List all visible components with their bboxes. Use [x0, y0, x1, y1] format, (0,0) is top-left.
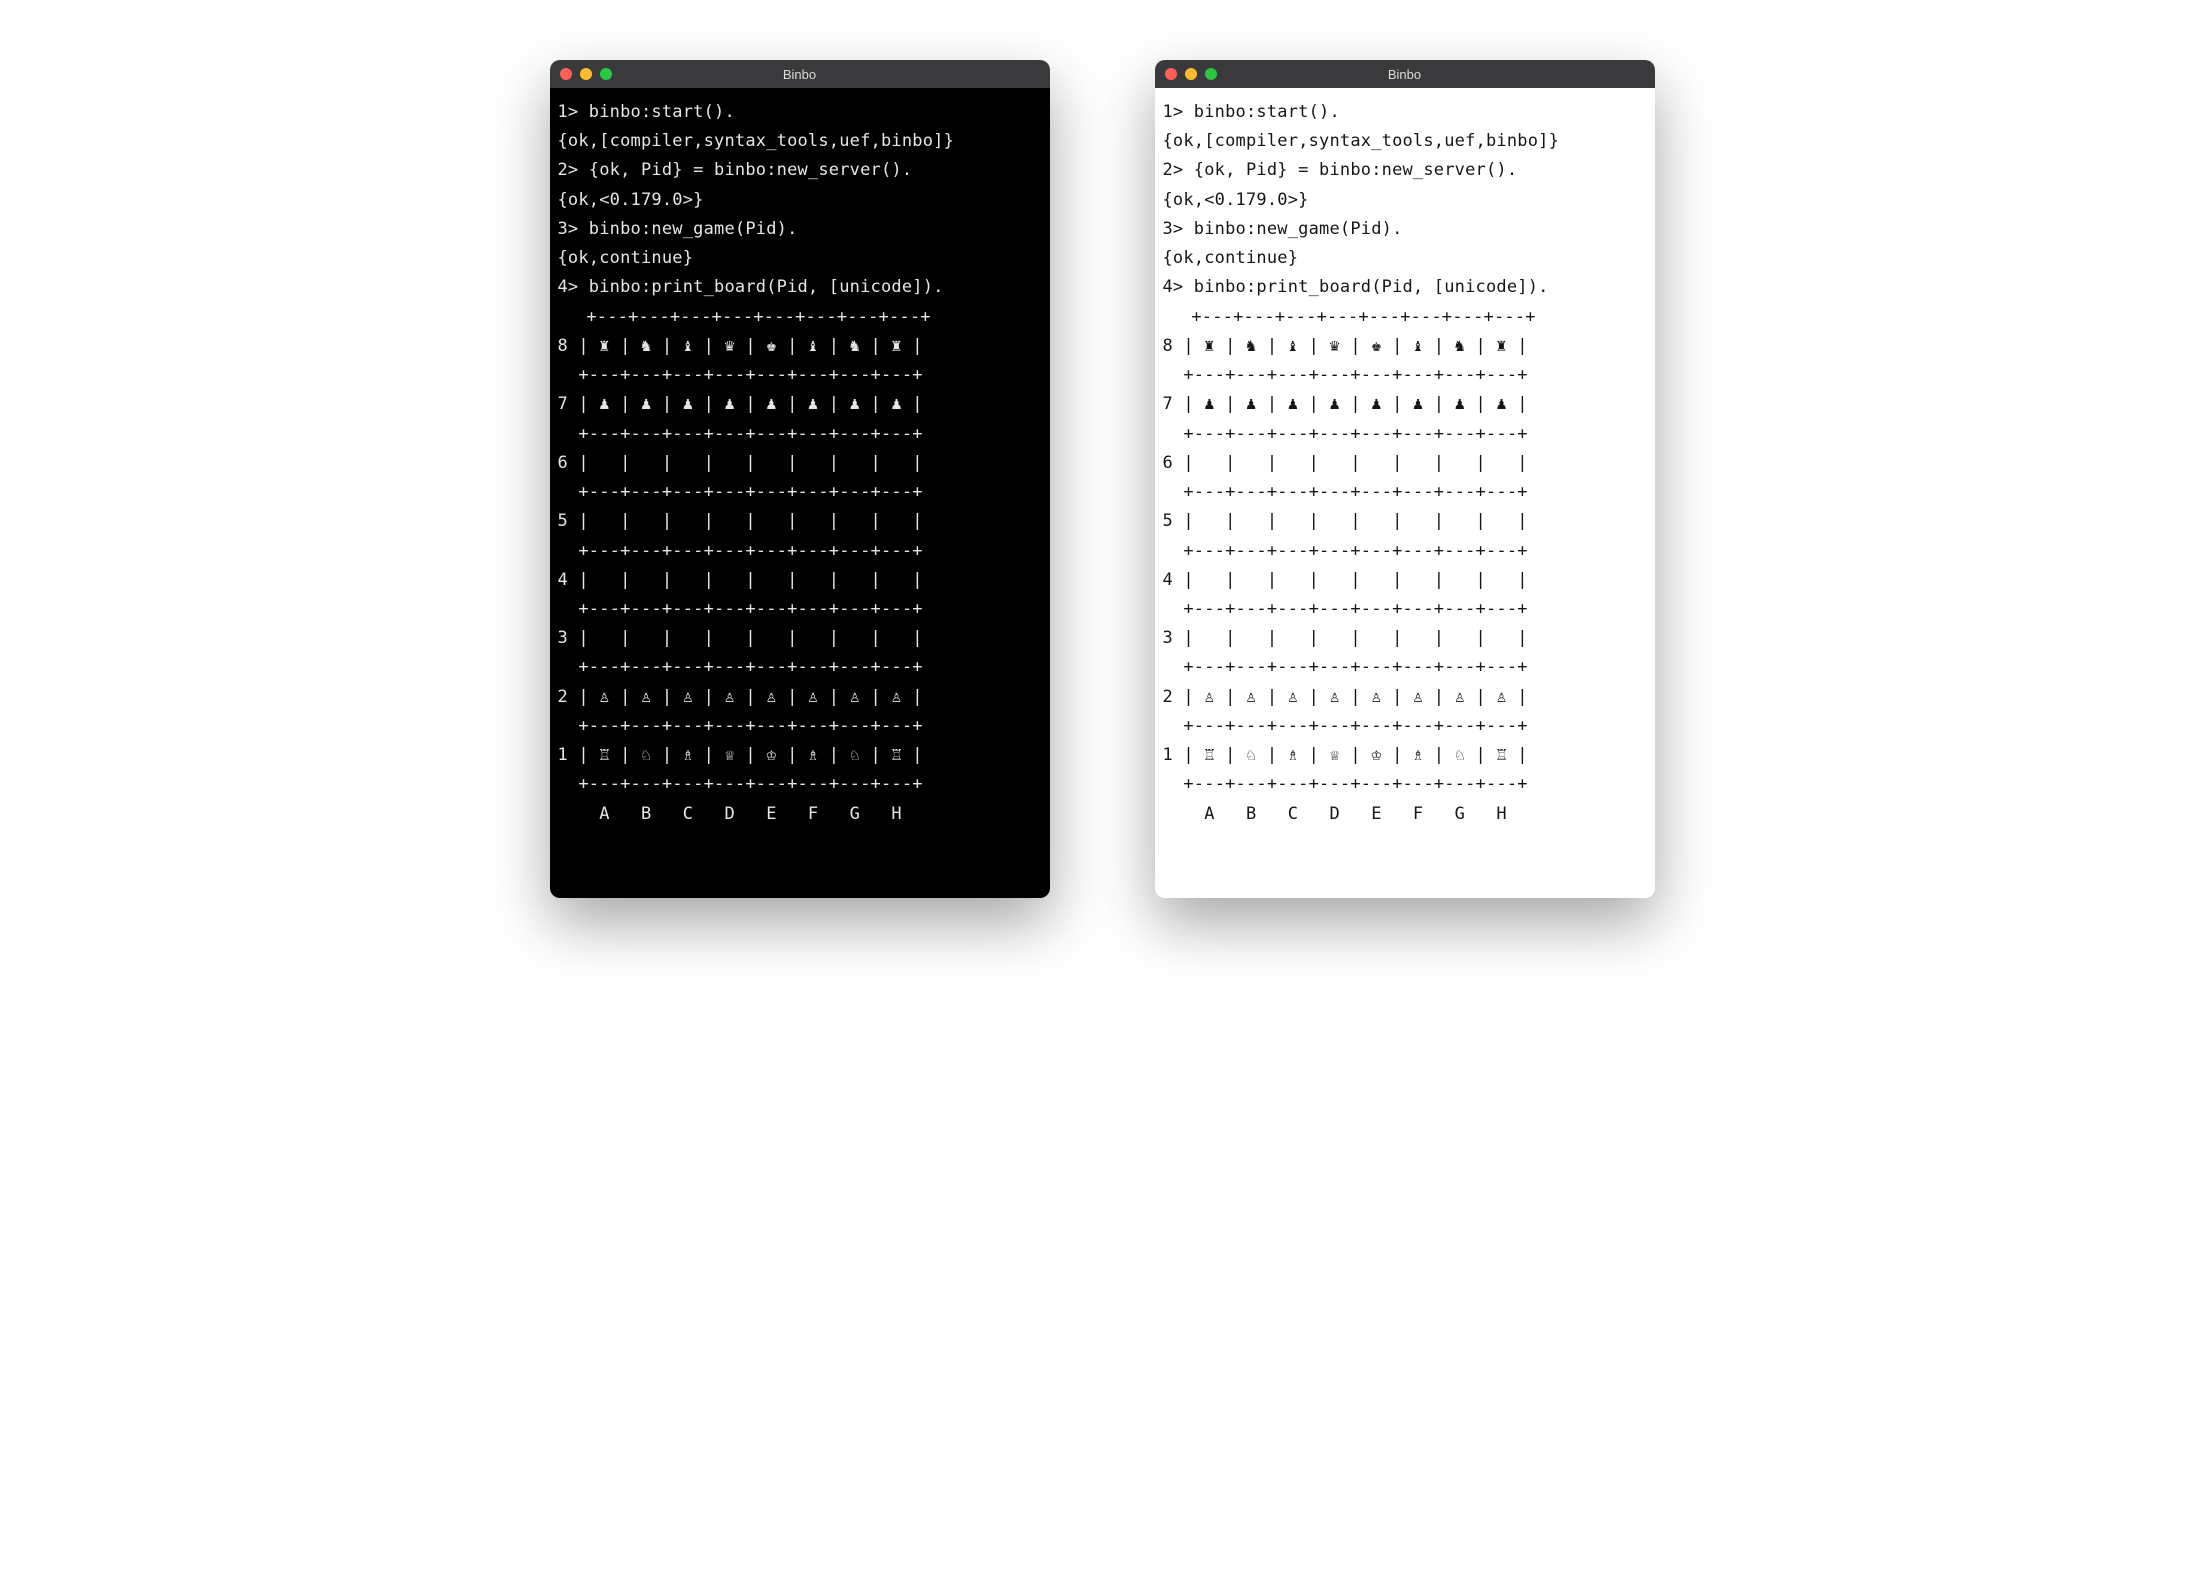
- close-icon[interactable]: [1165, 68, 1177, 80]
- chess-board-output: +---+---+---+---+---+---+---+---+ 8 | ♜ …: [1163, 307, 1536, 824]
- minimize-icon[interactable]: [1185, 68, 1197, 80]
- window-controls: [560, 68, 612, 80]
- chess-board-output: +---+---+---+---+---+---+---+---+ 8 | ♜ …: [558, 307, 931, 824]
- terminal-window-light: Binbo 1> binbo:start(). {ok,[compiler,sy…: [1155, 60, 1655, 898]
- minimize-icon[interactable]: [580, 68, 592, 80]
- window-controls: [1165, 68, 1217, 80]
- maximize-icon[interactable]: [1205, 68, 1217, 80]
- close-icon[interactable]: [560, 68, 572, 80]
- titlebar[interactable]: Binbo: [550, 60, 1050, 88]
- maximize-icon[interactable]: [600, 68, 612, 80]
- session-output: 1> binbo:start(). {ok,[compiler,syntax_t…: [1163, 102, 1560, 297]
- titlebar[interactable]: Binbo: [1155, 60, 1655, 88]
- window-title: Binbo: [560, 67, 1040, 82]
- terminal-body[interactable]: 1> binbo:start(). {ok,[compiler,syntax_t…: [1155, 88, 1655, 898]
- window-title: Binbo: [1165, 67, 1645, 82]
- terminal-window-dark: Binbo 1> binbo:start(). {ok,[compiler,sy…: [550, 60, 1050, 898]
- terminal-body[interactable]: 1> binbo:start(). {ok,[compiler,syntax_t…: [550, 88, 1050, 898]
- session-output: 1> binbo:start(). {ok,[compiler,syntax_t…: [558, 102, 955, 297]
